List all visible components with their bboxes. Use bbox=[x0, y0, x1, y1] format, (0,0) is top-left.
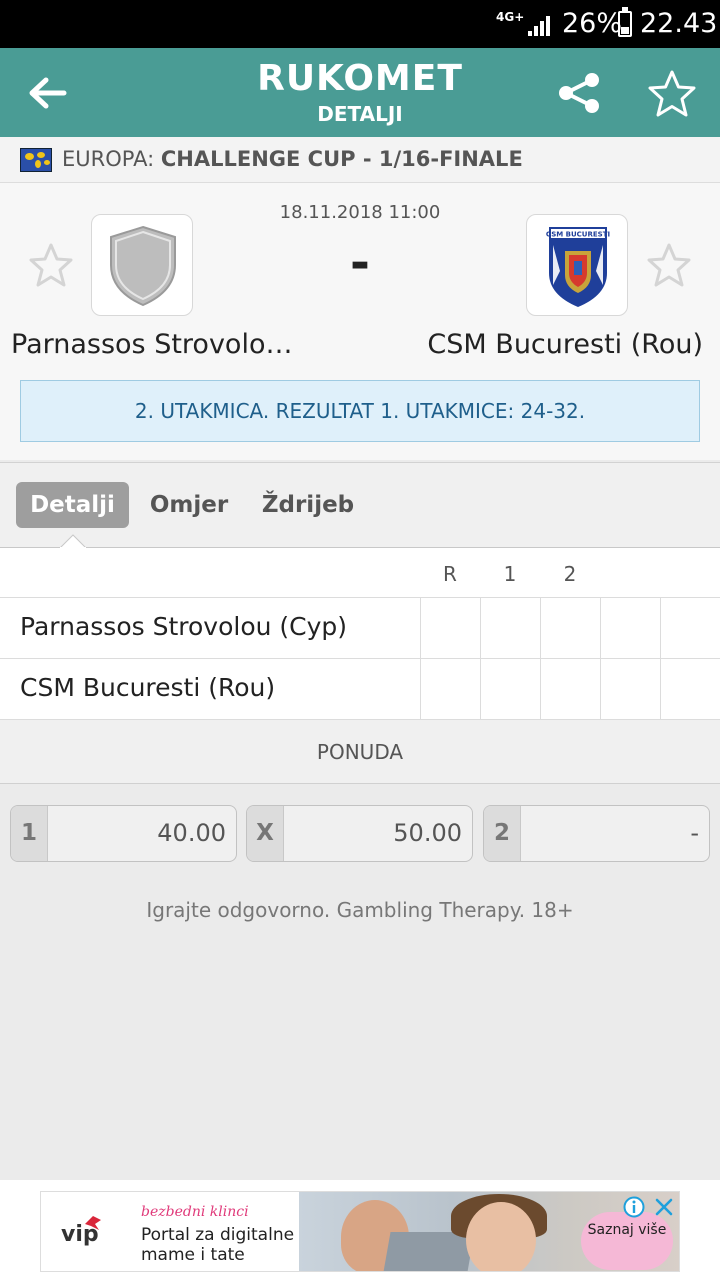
network-indicator: 4G+ bbox=[496, 10, 525, 24]
match-info-banner: 2. UTAKMICA. REZULTAT 1. UTAKMICE: 24-32… bbox=[20, 380, 700, 442]
ad-cta-bubble[interactable] bbox=[581, 1212, 673, 1270]
competition-title: EUROPA: CHALLENGE CUP - 1/16-FINALE bbox=[62, 147, 523, 171]
score-cell bbox=[540, 598, 600, 658]
ad-text-line-1: Portal za digitalne bbox=[141, 1225, 295, 1245]
table-row: CSM Bucuresti (Rou) bbox=[0, 659, 720, 720]
odds-button-away[interactable]: 2 - bbox=[483, 805, 710, 862]
column-header-2: 2 bbox=[563, 562, 577, 586]
score-cell bbox=[600, 598, 660, 658]
score-cell bbox=[420, 659, 480, 719]
home-team-logo bbox=[91, 214, 193, 316]
odds-label: 1 bbox=[11, 806, 48, 861]
table-row: Parnassos Strovolou (Cyp) bbox=[0, 598, 720, 659]
odds-button-home[interactable]: 1 40.00 bbox=[10, 805, 237, 862]
battery-icon bbox=[618, 7, 632, 37]
competition-name: CHALLENGE CUP - 1/16-FINALE bbox=[160, 147, 523, 171]
score-cell bbox=[420, 598, 480, 658]
clock: 22.43 bbox=[640, 8, 718, 39]
ad-photo-laptop bbox=[383, 1232, 475, 1271]
page-title: RUKOMET bbox=[257, 58, 463, 99]
row-team-name: CSM Bucuresti (Rou) bbox=[20, 673, 276, 702]
away-team-name: CSM Bucuresti (Rou) bbox=[427, 329, 703, 360]
results-header: R 1 2 bbox=[0, 548, 720, 598]
tab-zdrijeb[interactable]: Ždrijeb bbox=[252, 482, 364, 528]
column-header-1: 1 bbox=[503, 562, 517, 586]
active-tab-caret-icon bbox=[60, 534, 86, 548]
status-bar: 4G+ 26% 22.43 bbox=[0, 0, 720, 48]
ad-text-line-2: mame i tate bbox=[141, 1245, 245, 1265]
tab-omjer[interactable]: Omjer bbox=[140, 482, 238, 528]
shield-icon bbox=[110, 225, 176, 307]
vip-bird-icon bbox=[85, 1216, 101, 1230]
away-favorite-star-icon[interactable] bbox=[645, 241, 693, 289]
share-icon[interactable] bbox=[556, 70, 602, 116]
odds-value: - bbox=[690, 819, 699, 847]
match-score: - bbox=[350, 235, 370, 291]
ad-tagline: bezbedni klinci bbox=[141, 1204, 249, 1220]
app-header: RUKOMET DETALJI bbox=[0, 48, 720, 137]
row-team-name: Parnassos Strovolou (Cyp) bbox=[20, 612, 348, 641]
csm-crest-icon: CSM BUCURESTI bbox=[546, 227, 610, 307]
tab-detalji[interactable]: Detalji bbox=[16, 482, 129, 528]
odds-button-draw[interactable]: X 50.00 bbox=[246, 805, 473, 862]
odds-label: X bbox=[247, 806, 284, 861]
score-cell bbox=[660, 598, 720, 658]
ad-banner[interactable]: vip bezbedni klinci Portal za digitalne … bbox=[40, 1191, 680, 1272]
ad-photo-child bbox=[466, 1202, 536, 1271]
away-team-logo: CSM BUCURESTI bbox=[526, 214, 628, 316]
ad-info-icon[interactable] bbox=[623, 1196, 645, 1218]
responsible-gambling-text: Igrajte odgovorno. Gambling Therapy. 18+ bbox=[146, 898, 574, 922]
signal-icon bbox=[528, 14, 554, 36]
europe-flag-icon bbox=[20, 148, 52, 172]
competition-region: EUROPA: bbox=[62, 147, 155, 171]
score-cell bbox=[660, 659, 720, 719]
crest-label: CSM BUCURESTI bbox=[546, 231, 610, 239]
tab-bar: Detalji Omjer Ždrijeb bbox=[0, 462, 720, 548]
score-cell bbox=[540, 659, 600, 719]
battery-percent: 26% bbox=[562, 8, 623, 39]
page-subtitle: DETALJI bbox=[317, 102, 403, 126]
odds-label: 2 bbox=[484, 806, 521, 861]
results-table: R 1 2 Parnassos Strovolou (Cyp) CSM Bucu… bbox=[0, 548, 720, 720]
ad-container: vip bezbedni klinci Portal za digitalne … bbox=[0, 1180, 720, 1280]
competition-bar: EUROPA: CHALLENGE CUP - 1/16-FINALE bbox=[0, 137, 720, 183]
score-cell bbox=[480, 659, 540, 719]
odds-section: 1 40.00 X 50.00 2 - Igrajte odgovorno. G… bbox=[0, 784, 720, 1180]
odds-value: 50.00 bbox=[393, 819, 462, 847]
score-cell bbox=[600, 659, 660, 719]
favorite-star-icon[interactable] bbox=[646, 68, 698, 120]
column-header-r: R bbox=[443, 562, 457, 586]
odds-value: 40.00 bbox=[157, 819, 226, 847]
home-favorite-star-icon[interactable] bbox=[27, 241, 75, 289]
offer-section-title: PONUDA bbox=[0, 720, 720, 784]
ad-cta-text: Saznaj više bbox=[587, 1222, 667, 1238]
score-cell bbox=[480, 598, 540, 658]
ad-close-icon[interactable] bbox=[653, 1196, 675, 1218]
match-card: 18.11.2018 11:00 - Parnassos Strovolo… C… bbox=[0, 183, 720, 460]
home-team-name: Parnassos Strovolo… bbox=[11, 329, 293, 360]
